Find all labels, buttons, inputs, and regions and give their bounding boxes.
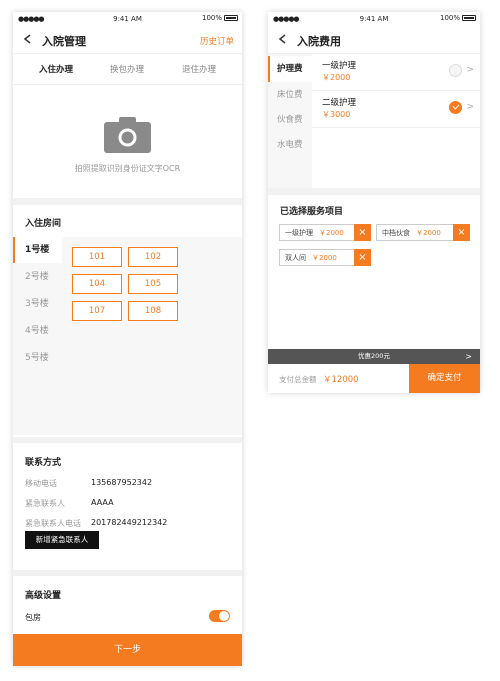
discount-text: 优惠200元	[358, 352, 390, 360]
room-button-102[interactable]: 102	[128, 247, 178, 267]
remove-icon[interactable]: ×	[354, 249, 371, 266]
chip-price: ￥2000	[416, 228, 441, 237]
ocr-hint: 拍照提取识别身份证文字OCR	[74, 164, 181, 173]
room-button-107[interactable]: 107	[72, 301, 122, 321]
chip-name: 双人间	[285, 253, 306, 262]
remove-icon[interactable]: ×	[354, 224, 371, 241]
tab-check-in[interactable]: 入住办理	[39, 63, 73, 75]
emergency-phone-label: 紧急联系人电话	[25, 519, 81, 528]
page-title: 入院费用	[297, 35, 341, 48]
fee-option-price: ￥2000	[322, 73, 351, 82]
history-orders-link[interactable]: 历史订单	[200, 35, 234, 47]
total-amount: ￥12000	[323, 375, 359, 385]
id-ocr-capture[interactable]: 拍照提取识别身份证文字OCR	[13, 84, 242, 198]
tab-bar: 入住办理 换包办理 退住办理	[13, 54, 242, 84]
checked-radio-icon[interactable]	[449, 101, 462, 114]
nav-bar: 入院费用	[268, 26, 480, 54]
mobile-label: 移动电话	[25, 479, 57, 488]
advanced-settings-title: 高级设置	[25, 591, 62, 601]
contact-section-title: 联系方式	[25, 458, 62, 468]
battery-percent: 100%	[201, 14, 222, 22]
fee-category-list: 护理费 床位费 伙食费 水电费	[268, 54, 312, 188]
fee-option-level2[interactable]: 二级护理 ￥3000 >	[312, 91, 480, 128]
category-utilities[interactable]: 水电费	[268, 132, 312, 158]
selected-chip-meals: 中档伙食 ￥2000 ×	[376, 224, 470, 241]
selected-services-section: 已选择服务项目 一级护理 ￥2000 × 中档伙食 ￥2000 × 双人间 ￥2…	[268, 195, 480, 349]
fee-option-level1[interactable]: 一级护理 ￥2000 >	[312, 54, 480, 91]
battery-percent: 100%	[439, 14, 460, 22]
chevron-right-icon: >	[465, 352, 472, 361]
room-button-104[interactable]: 104	[72, 274, 122, 294]
selected-services-title: 已选择服务项目	[280, 207, 344, 217]
fee-option-list: 一级护理 ￥2000 > 二级护理 ￥3000 >	[312, 54, 480, 188]
building-item-1[interactable]: 1号楼	[13, 237, 62, 263]
fee-option-price: ￥3000	[322, 110, 351, 119]
chevron-right-icon: >	[466, 102, 474, 112]
advanced-settings-section: 高级设置 包房	[13, 576, 242, 634]
admission-fee-screen: ●●●●● 9:41 AM 100% 入院费用 护理费 床位费 伙食费 水电费 …	[268, 12, 480, 393]
admission-screen: ●●●●● 9:41 AM 100% 入院管理 历史订单 入住办理 换包办理 退…	[13, 12, 242, 666]
emergency-phone-value[interactable]: 201782449212342	[91, 518, 167, 527]
chip-name: 中档伙食	[382, 228, 410, 237]
status-bar: ●●●●● 9:41 AM 100%	[13, 12, 242, 26]
category-meals[interactable]: 伙食费	[268, 107, 312, 133]
category-nursing[interactable]: 护理费	[268, 56, 312, 82]
emergency-contact-label: 紧急联系人	[25, 499, 65, 508]
total-label: 支付总金额	[279, 375, 317, 384]
building-item-2[interactable]: 2号楼	[13, 264, 62, 290]
chip-price: ￥2000	[312, 253, 337, 262]
room-grid: 101 102 104 105 107 108	[62, 237, 242, 435]
room-section: 入住房间 1号楼 2号楼 3号楼 4号楼 5号楼 101 102 104 105…	[13, 205, 242, 437]
mobile-value[interactable]: 135687952342	[91, 478, 152, 487]
battery-icon	[462, 15, 476, 21]
status-bar: ●●●●● 9:41 AM 100%	[268, 12, 480, 26]
room-section-title: 入住房间	[25, 219, 62, 229]
room-button-101[interactable]: 101	[72, 247, 122, 267]
back-arrow-icon[interactable]	[278, 34, 288, 44]
room-button-108[interactable]: 108	[128, 301, 178, 321]
page-title: 入院管理	[42, 35, 86, 48]
discount-bar[interactable]: 优惠200元 >	[268, 349, 480, 364]
building-item-5[interactable]: 5号楼	[13, 345, 62, 371]
private-room-toggle[interactable]	[209, 610, 230, 622]
tab-change-package[interactable]: 换包办理	[110, 63, 144, 75]
fee-option-name: 二级护理	[322, 98, 357, 108]
fee-option-name: 一级护理	[322, 61, 357, 71]
category-bed[interactable]: 床位费	[268, 82, 312, 108]
camera-icon[interactable]	[104, 116, 151, 154]
emergency-contact-value[interactable]: AAAA	[91, 498, 114, 507]
chip-name: 一级护理	[285, 228, 313, 237]
selected-chip-room: 双人间 ￥2000 ×	[279, 249, 371, 266]
room-button-105[interactable]: 105	[128, 274, 178, 294]
chevron-right-icon: >	[466, 65, 474, 75]
nav-bar: 入院管理 历史订单	[13, 26, 242, 54]
unchecked-radio-icon[interactable]	[449, 64, 462, 77]
confirm-payment-button[interactable]: 确定支付	[409, 364, 480, 393]
selected-chip-nursing: 一级护理 ￥2000 ×	[279, 224, 371, 241]
remove-icon[interactable]: ×	[453, 224, 470, 241]
battery-icon	[224, 15, 238, 21]
building-list: 1号楼 2号楼 3号楼 4号楼 5号楼	[13, 237, 62, 435]
contact-section: 联系方式 移动电话 135687952342 紧急联系人 AAAA 紧急联系人电…	[13, 443, 242, 570]
private-room-label: 包房	[25, 613, 41, 622]
back-arrow-icon[interactable]	[23, 34, 33, 44]
add-emergency-contact-button[interactable]: 新增紧急联系人	[25, 531, 99, 549]
building-item-3[interactable]: 3号楼	[13, 291, 62, 317]
next-step-button[interactable]: 下一步	[13, 634, 242, 666]
tab-check-out[interactable]: 退住办理	[182, 63, 216, 75]
building-item-4[interactable]: 4号楼	[13, 318, 62, 344]
chip-price: ￥2000	[319, 228, 344, 237]
payment-bar: 支付总金额 ￥12000 确定支付	[268, 364, 480, 393]
